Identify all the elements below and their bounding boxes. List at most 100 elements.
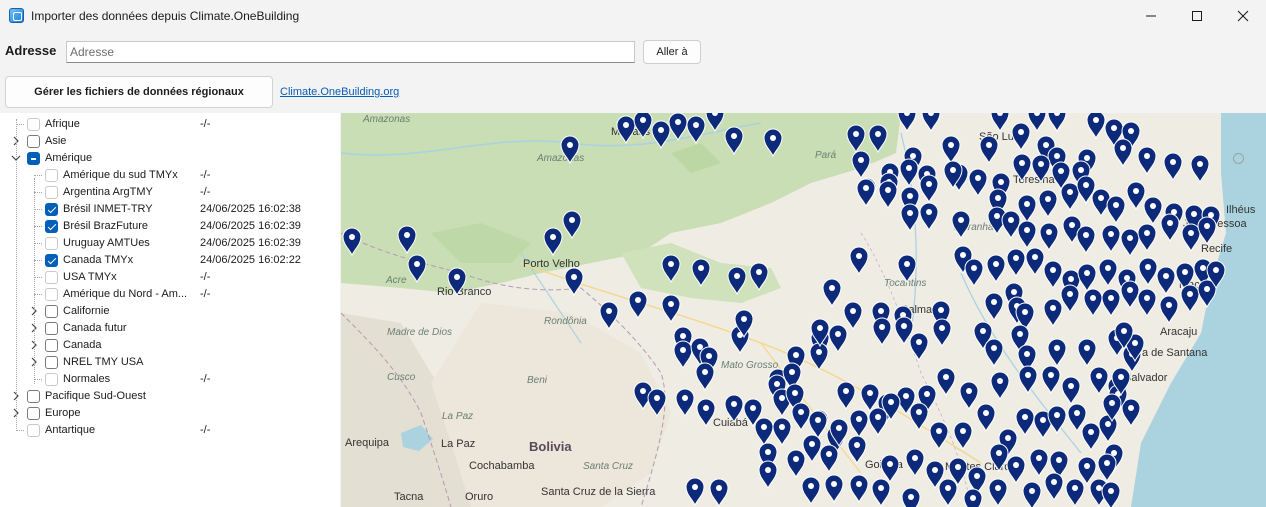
map-label: Rondônia xyxy=(544,316,587,327)
map-label: Beni xyxy=(527,375,548,386)
map-label: Arequipa xyxy=(345,437,390,449)
tree-item-checkbox[interactable] xyxy=(45,322,58,335)
tree-connector xyxy=(16,430,24,431)
minimize-button[interactable] xyxy=(1128,0,1174,32)
tree-item[interactable]: Asie xyxy=(0,133,340,150)
tree-item-checkbox[interactable] xyxy=(45,203,58,216)
map-label: Cuiabá xyxy=(713,417,749,429)
tree-item-checkbox[interactable] xyxy=(45,339,58,352)
tree-connector xyxy=(34,175,42,176)
tree-item-checkbox[interactable] xyxy=(45,254,58,267)
map-label: Santa Cruz de la Sierra xyxy=(541,486,656,498)
tree-item-checkbox[interactable] xyxy=(27,135,40,148)
maximize-icon xyxy=(1192,11,1202,21)
tree-item-checkbox[interactable] xyxy=(45,186,58,199)
tree-item-date: 24/06/2025 16:02:22 xyxy=(200,254,301,266)
tree-item-label: Afrique xyxy=(45,118,80,130)
tree-connector xyxy=(34,209,42,210)
tree-item[interactable]: Brésil INMET-TRY 24/06/2025 16:02:38 xyxy=(0,201,340,218)
tree-item-label: Amérique xyxy=(45,152,93,164)
map-label: Mato Grosso xyxy=(721,360,779,371)
tree-item-label: Uruguay AMTUes xyxy=(63,237,150,249)
tree-item-date: -/- xyxy=(200,271,211,283)
map-label: Rio Branco xyxy=(437,286,491,298)
tree-item-date: -/- xyxy=(200,169,211,181)
tree-item-label: Canada TMYx xyxy=(63,254,134,266)
window-title: Importer des données depuis Climate.OneB… xyxy=(31,9,300,23)
tree-item[interactable]: USA TMYx -/- xyxy=(0,269,340,286)
maximize-button[interactable] xyxy=(1174,0,1220,32)
address-input[interactable] xyxy=(66,41,635,63)
map-label: Pará xyxy=(815,150,837,161)
station-marker-icon[interactable] xyxy=(901,487,921,507)
tree-connector xyxy=(34,294,42,295)
tree-item-date: -/- xyxy=(200,424,211,436)
tree-item-checkbox[interactable] xyxy=(27,390,40,403)
tree-item-checkbox[interactable] xyxy=(45,356,58,369)
tree-item-checkbox[interactable] xyxy=(45,305,58,318)
map-label: Cochabamba xyxy=(469,460,535,472)
tree-item-date: -/- xyxy=(200,288,211,300)
tree-item[interactable]: Uruguay AMTUes 24/06/2025 16:02:39 xyxy=(0,235,340,252)
tree-item-label: Amérique du Nord - Am... xyxy=(63,288,188,300)
tree-item-date: 24/06/2025 16:02:39 xyxy=(200,237,301,249)
tree-item[interactable]: Europe xyxy=(0,405,340,422)
tree-item-checkbox[interactable] xyxy=(27,152,40,165)
station-marker-icon[interactable] xyxy=(963,488,983,507)
tree-item-label: Argentina ArgTMY xyxy=(63,186,153,198)
tree-guide-line xyxy=(34,178,35,384)
tree-item-checkbox[interactable] xyxy=(45,373,58,386)
tree-item-label: Antartique xyxy=(45,424,96,436)
tree-item-label: Canada xyxy=(63,339,102,351)
tree-item[interactable]: Argentina ArgTMY -/- xyxy=(0,184,340,201)
map-label: Aracaju xyxy=(1160,326,1197,338)
tree-item-label: Europe xyxy=(45,407,81,419)
tree-item-date: 24/06/2025 16:02:38 xyxy=(200,203,301,215)
go-button[interactable]: Aller à xyxy=(643,40,701,64)
map-label: Santa Cruz xyxy=(583,461,633,472)
tree-item[interactable]: Pacifique Sud-Ouest xyxy=(0,388,340,405)
manage-regional-files-button[interactable]: Gérer les fichiers de données régionaux xyxy=(5,76,273,108)
tree-item-checkbox[interactable] xyxy=(27,424,40,437)
tree-connector xyxy=(34,226,42,227)
tree-connector xyxy=(16,124,24,125)
climate-onebuilding-link[interactable]: Climate.OneBuilding.org xyxy=(280,86,399,98)
tree-item[interactable]: Californie xyxy=(0,303,340,320)
map-label: Cusco xyxy=(387,372,416,383)
region-tree[interactable]: Afrique -/- Asie Amérique Amérique du sud TM… xyxy=(0,113,340,507)
tree-item-checkbox[interactable] xyxy=(27,118,40,131)
map-view[interactable]: Amazonas Amazonas Pará São Luís Teresina Mara… xyxy=(341,113,1266,507)
tree-item[interactable]: Brésil BrazFuture 24/06/2025 16:02:39 xyxy=(0,218,340,235)
tree-item-date: 24/06/2025 16:02:39 xyxy=(200,220,301,232)
tree-item-label: Normales xyxy=(63,373,111,385)
tree-item-label: Amérique du sud TMYx xyxy=(63,169,178,181)
map-scroll-indicator xyxy=(1233,153,1244,164)
map-label: Tacna xyxy=(394,491,424,503)
tree-item[interactable]: Normales -/- xyxy=(0,371,340,388)
tree-item-label: Canada futur xyxy=(63,322,127,334)
tree-item[interactable]: Antartique -/- xyxy=(0,422,340,439)
tree-item[interactable]: Amérique du sud TMYx -/- xyxy=(0,167,340,184)
tree-item-label: Asie xyxy=(45,135,67,147)
tree-item[interactable]: Afrique -/- xyxy=(0,116,340,133)
tree-item[interactable]: Canada xyxy=(0,337,340,354)
map-label: Amazonas xyxy=(362,114,410,125)
map-canvas[interactable]: AmazonasAmazonas ParáSão LuísTeresinaMara… xyxy=(341,113,1266,507)
tree-item[interactable]: Amérique xyxy=(0,150,340,167)
tree-item[interactable]: NREL TMY USA xyxy=(0,354,340,371)
tree-item[interactable]: Canada TMYx 24/06/2025 16:02:22 xyxy=(0,252,340,269)
tree-guide-line xyxy=(16,119,17,431)
tree-item-checkbox[interactable] xyxy=(27,407,40,420)
tree-item-label: Brésil INMET-TRY xyxy=(63,203,153,215)
map-label: La Paz xyxy=(441,438,475,450)
tree-connector xyxy=(34,379,42,380)
tree-item[interactable]: Canada futur xyxy=(0,320,340,337)
tree-item-checkbox[interactable] xyxy=(45,169,58,182)
close-button[interactable] xyxy=(1220,0,1266,32)
tree-item[interactable]: Amérique du Nord - Am... -/- xyxy=(0,286,340,303)
tree-item-checkbox[interactable] xyxy=(45,237,58,250)
tree-item-label: Pacifique Sud-Ouest xyxy=(45,390,146,402)
tree-item-checkbox[interactable] xyxy=(45,288,58,301)
tree-item-checkbox[interactable] xyxy=(45,220,58,233)
tree-item-checkbox[interactable] xyxy=(45,271,58,284)
